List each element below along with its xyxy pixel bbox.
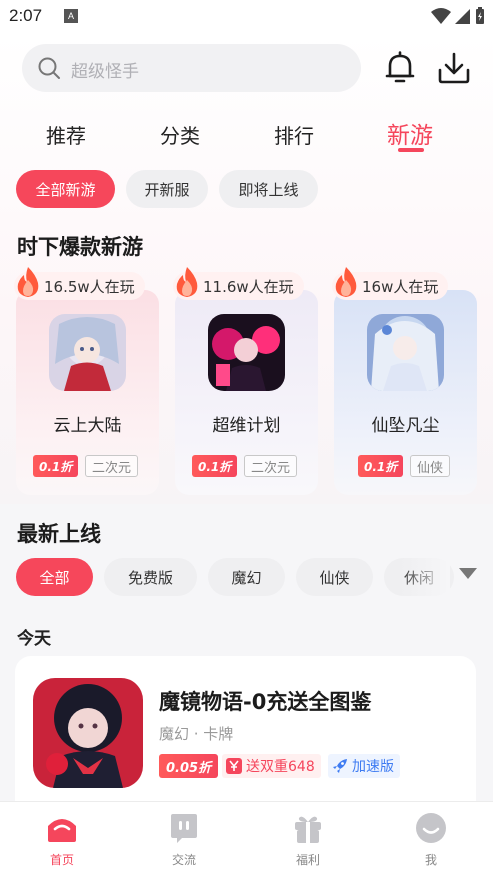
- fire-icon: [335, 267, 357, 297]
- genre-tag: 二次元: [85, 455, 139, 477]
- nav-home[interactable]: 首页: [12, 802, 112, 876]
- status-time: 2:07: [9, 6, 43, 25]
- battery-icon: [476, 7, 484, 24]
- game-icon: [49, 314, 126, 391]
- game-list-item[interactable]: 魔镜物语-0充送全图鉴 魔幻 · 卡牌 0.05折 送双重648 加速版: [15, 656, 476, 806]
- notification-button[interactable]: [381, 48, 419, 88]
- fire-icon: [176, 267, 198, 297]
- players-count: 16.5w人在玩: [44, 277, 135, 296]
- download-icon: [438, 52, 470, 84]
- players-tag: 16.5w人在玩: [14, 267, 145, 300]
- game-icon: [33, 678, 143, 788]
- chip-coming-soon[interactable]: 即将上线: [219, 170, 318, 208]
- nav-chat-label: 交流: [171, 853, 196, 867]
- tab-recommend[interactable]: 推荐: [46, 120, 86, 149]
- signal-icon: [455, 9, 470, 24]
- players-count: 16w人在玩: [362, 277, 439, 296]
- chip-all-new-games[interactable]: 全部新游: [16, 170, 115, 208]
- genre-tag: 二次元: [244, 455, 298, 477]
- discount-badge: 0.1折: [192, 455, 238, 477]
- gift-badge: 送双重648: [222, 754, 321, 778]
- chat-icon: [171, 814, 197, 843]
- bell-icon: [385, 51, 415, 83]
- chip-free-version[interactable]: 免费版: [104, 558, 197, 596]
- nav-chat[interactable]: 交流: [134, 802, 234, 876]
- chip-new-servers[interactable]: 开新服: [126, 170, 208, 208]
- nav-home-label: 首页: [49, 853, 74, 867]
- nav-profile[interactable]: 我: [381, 802, 481, 876]
- game-card[interactable]: 16.5w人在玩 云上大陆 0.1折 二次元: [14, 267, 159, 495]
- players-count: 11.6w人在玩: [203, 277, 294, 296]
- search-icon: [38, 57, 60, 79]
- chip-fantasy[interactable]: 魔幻: [208, 558, 285, 596]
- top-tabs: 推荐 分类 排行 新游: [0, 112, 493, 162]
- gift-icon: [295, 816, 321, 843]
- fire-icon: [17, 267, 39, 297]
- nav-welfare-label: 福利: [295, 853, 320, 867]
- expand-arrow-icon[interactable]: [458, 566, 478, 580]
- status-indicators: [431, 7, 485, 25]
- profile-icon: [416, 813, 446, 843]
- game-meta: 魔幻 · 卡牌: [159, 725, 234, 743]
- tab-active-indicator: [398, 148, 424, 152]
- game-name: 超维计划: [212, 416, 281, 436]
- status-bar: 2:07 A: [0, 0, 493, 34]
- discount-badge: 0.05折: [159, 754, 219, 778]
- rocket-icon: [333, 759, 347, 773]
- game-name: 仙坠凡尘: [371, 416, 440, 436]
- gift-text: 送双重648: [246, 759, 315, 775]
- players-tag: 16w人在玩: [332, 267, 449, 300]
- chips-fade-overlay: [400, 556, 450, 598]
- nav-welfare[interactable]: 福利: [258, 802, 358, 876]
- new-section-title: 最新上线: [17, 522, 101, 546]
- chip-xianxia[interactable]: 仙侠: [296, 558, 373, 596]
- yuan-icon: [226, 758, 242, 774]
- home-icon: [48, 819, 76, 842]
- tab-category[interactable]: 分类: [160, 120, 200, 149]
- search-placeholder: 超级怪手: [71, 62, 139, 82]
- game-icon: [208, 314, 285, 391]
- hot-section-title: 时下爆款新游: [17, 235, 143, 259]
- speed-badge: 加速版: [328, 754, 400, 778]
- notification-badge-icon: A: [64, 9, 78, 23]
- nav-profile-label: 我: [424, 853, 437, 867]
- bottom-navigation: 首页 交流 福利 我: [0, 801, 493, 876]
- search-bar[interactable]: 超级怪手: [22, 44, 361, 92]
- game-card[interactable]: 16w人在玩 仙坠凡尘 0.1折 仙侠: [332, 267, 477, 495]
- game-icon: [367, 314, 444, 391]
- players-tag: 11.6w人在玩: [173, 267, 304, 300]
- chip-all[interactable]: 全部: [16, 558, 93, 596]
- tab-ranking[interactable]: 排行: [274, 120, 314, 149]
- discount-badge: 0.1折: [358, 455, 404, 477]
- download-button[interactable]: [435, 48, 473, 88]
- game-name: 云上大陆: [53, 416, 122, 436]
- speed-text: 加速版: [352, 759, 394, 775]
- today-label: 今天: [17, 629, 51, 649]
- discount-badge: 0.1折: [33, 455, 79, 477]
- wifi-icon: [431, 8, 451, 24]
- game-title: 魔镜物语-0充送全图鉴: [159, 690, 372, 714]
- tab-new-games[interactable]: 新游: [387, 116, 433, 150]
- genre-tag: 仙侠: [410, 455, 451, 477]
- game-card[interactable]: 11.6w人在玩 超维计划 0.1折 二次元: [173, 267, 318, 495]
